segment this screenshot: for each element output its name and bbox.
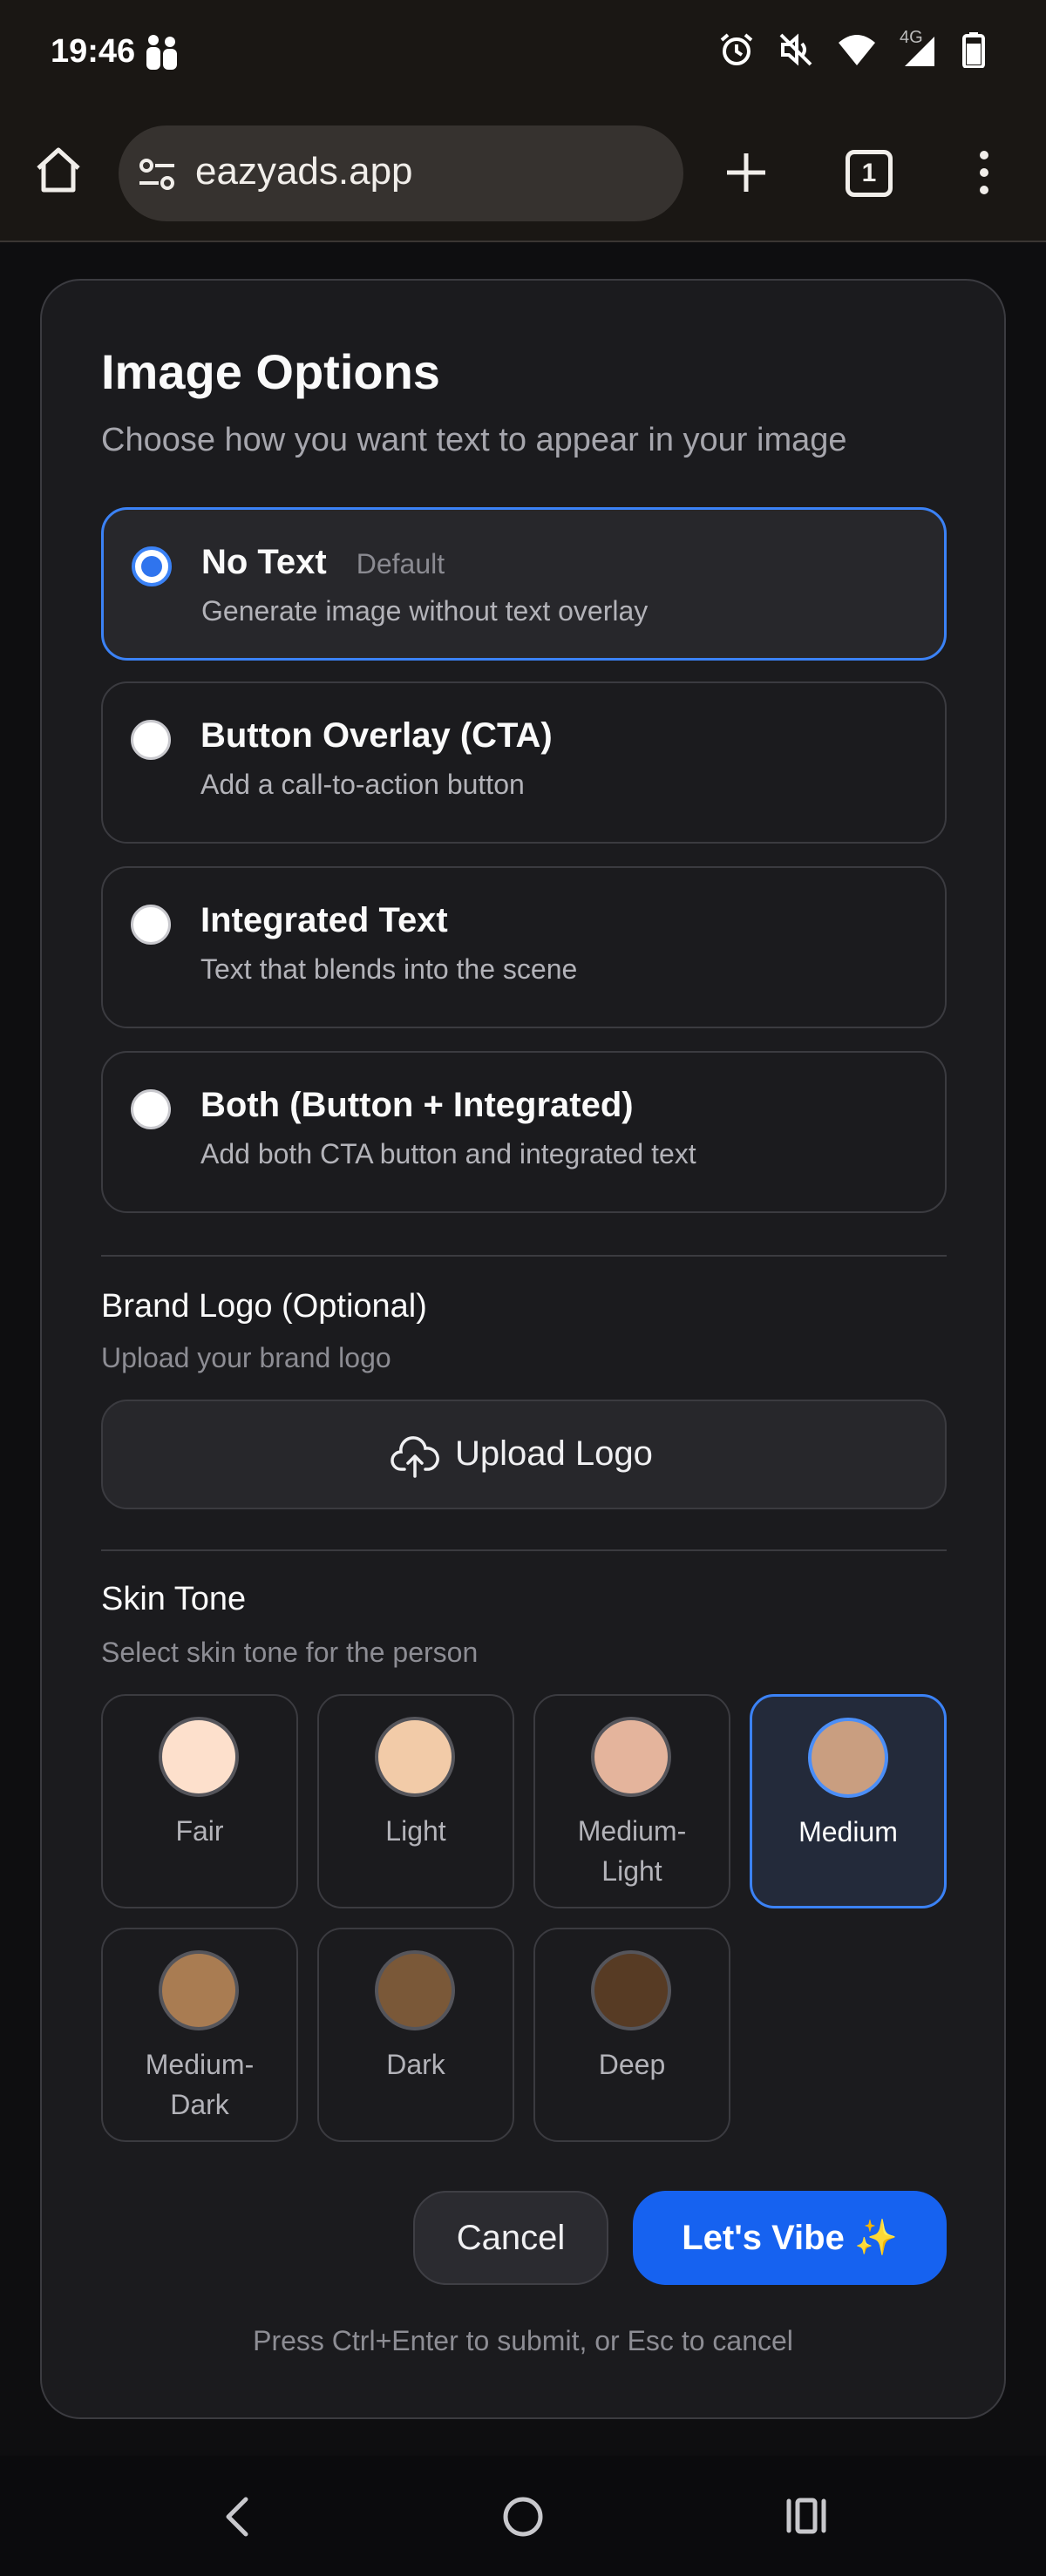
url-text: eazyads.app xyxy=(195,150,413,193)
option-button-overlay[interactable]: Button Overlay (CTA) Add a call-to-actio… xyxy=(101,681,947,844)
option-title: Both (Button + Integrated) xyxy=(200,1086,634,1124)
skin-tone-label: Light xyxy=(385,1815,446,1847)
divider xyxy=(101,1255,947,1257)
option-integrated-text[interactable]: Integrated Text Text that blends into th… xyxy=(101,866,947,1028)
cellular-signal-icon: 4G xyxy=(900,28,940,68)
recent-apps-icon[interactable] xyxy=(784,2496,828,2536)
system-nav-bar xyxy=(0,2456,1046,2576)
option-both[interactable]: Both (Button + Integrated) Add both CTA … xyxy=(101,1051,947,1213)
skin-tone-dark[interactable]: Dark xyxy=(317,1928,514,2142)
option-description: Add a call-to-action button xyxy=(200,769,525,800)
skin-tone-label: Fair xyxy=(175,1815,224,1847)
image-options-dialog: Image Options Choose how you want text t… xyxy=(40,279,1006,2419)
default-badge: Default xyxy=(356,548,445,580)
lets-vibe-button[interactable]: Let's Vibe ✨ xyxy=(633,2191,947,2285)
skin-tone-medium-dark[interactable]: Medium- Dark xyxy=(101,1928,298,2142)
option-description: Generate image without text overlay xyxy=(201,595,649,627)
skin-tone-subtitle: Select skin tone for the person xyxy=(101,1637,479,1668)
skin-tone-label: Medium- Dark xyxy=(145,2049,255,2120)
skin-swatch xyxy=(591,1950,671,2030)
skin-tone-title: Skin Tone xyxy=(101,1581,247,1617)
tab-switcher-button[interactable]: 1 xyxy=(846,150,893,197)
skin-tone-medium-light[interactable]: Medium- Light xyxy=(533,1694,730,1908)
keyboard-hint: Press Ctrl+Enter to submit, or Esc to ca… xyxy=(253,2325,793,2356)
skin-tone-label: Medium xyxy=(798,1816,898,1847)
option-title: Button Overlay (CTA) xyxy=(200,716,553,755)
battery-icon xyxy=(962,32,985,68)
more-menu-icon[interactable] xyxy=(972,148,996,197)
dialog-subtitle: Choose how you want text to appear in yo… xyxy=(101,422,847,458)
skin-tone-fair[interactable]: Fair xyxy=(101,1694,298,1908)
skin-tone-label: Medium- Light xyxy=(577,1815,687,1887)
family-link-icon xyxy=(146,35,177,70)
radio-button[interactable] xyxy=(131,905,171,945)
brand-logo-subtitle: Upload your brand logo xyxy=(101,1342,391,1373)
upload-cloud-icon xyxy=(391,1436,439,1478)
skin-tone-label: Deep xyxy=(598,2049,666,2080)
skin-tone-light[interactable]: Light xyxy=(317,1694,514,1908)
radio-button[interactable] xyxy=(131,1089,171,1129)
skin-swatch xyxy=(808,1718,888,1798)
dialog-title: Image Options xyxy=(101,344,440,399)
nav-home-icon[interactable] xyxy=(500,2494,546,2539)
option-no-text[interactable]: No Text Default Generate image without te… xyxy=(101,507,947,661)
home-icon[interactable] xyxy=(33,145,84,195)
browser-toolbar: eazyads.app 1 xyxy=(0,103,1046,242)
site-settings-icon[interactable] xyxy=(136,153,178,195)
new-tab-icon[interactable] xyxy=(723,150,769,195)
brand-logo-title: Brand Logo (Optional) xyxy=(101,1288,427,1325)
upload-logo-button[interactable]: Upload Logo xyxy=(101,1400,947,1509)
skin-swatch xyxy=(375,1950,455,2030)
option-description: Text that blends into the scene xyxy=(200,953,578,985)
skin-swatch xyxy=(591,1717,671,1797)
radio-button-selected[interactable] xyxy=(132,546,172,586)
status-time: 19:46 xyxy=(51,33,136,70)
upload-logo-label: Upload Logo xyxy=(455,1434,653,1473)
skin-swatch xyxy=(375,1717,455,1797)
back-icon[interactable] xyxy=(220,2494,255,2539)
option-title: No Text xyxy=(201,543,327,581)
alarm-icon xyxy=(720,33,753,65)
radio-button[interactable] xyxy=(131,720,171,760)
skin-tone-medium[interactable]: Medium xyxy=(750,1694,947,1908)
option-description: Add both CTA button and integrated text xyxy=(200,1138,696,1169)
option-title: Integrated Text xyxy=(200,901,448,939)
skin-swatch xyxy=(159,1717,239,1797)
skin-swatch xyxy=(159,1950,239,2030)
mute-icon xyxy=(779,33,812,66)
wifi-icon xyxy=(839,35,875,65)
status-bar: 19:46 4G xyxy=(0,0,1046,103)
divider xyxy=(101,1549,947,1551)
cancel-button[interactable]: Cancel xyxy=(413,2191,608,2285)
url-bar[interactable]: eazyads.app xyxy=(119,125,683,221)
skin-tone-label: Dark xyxy=(386,2049,445,2080)
skin-tone-deep[interactable]: Deep xyxy=(533,1928,730,2142)
